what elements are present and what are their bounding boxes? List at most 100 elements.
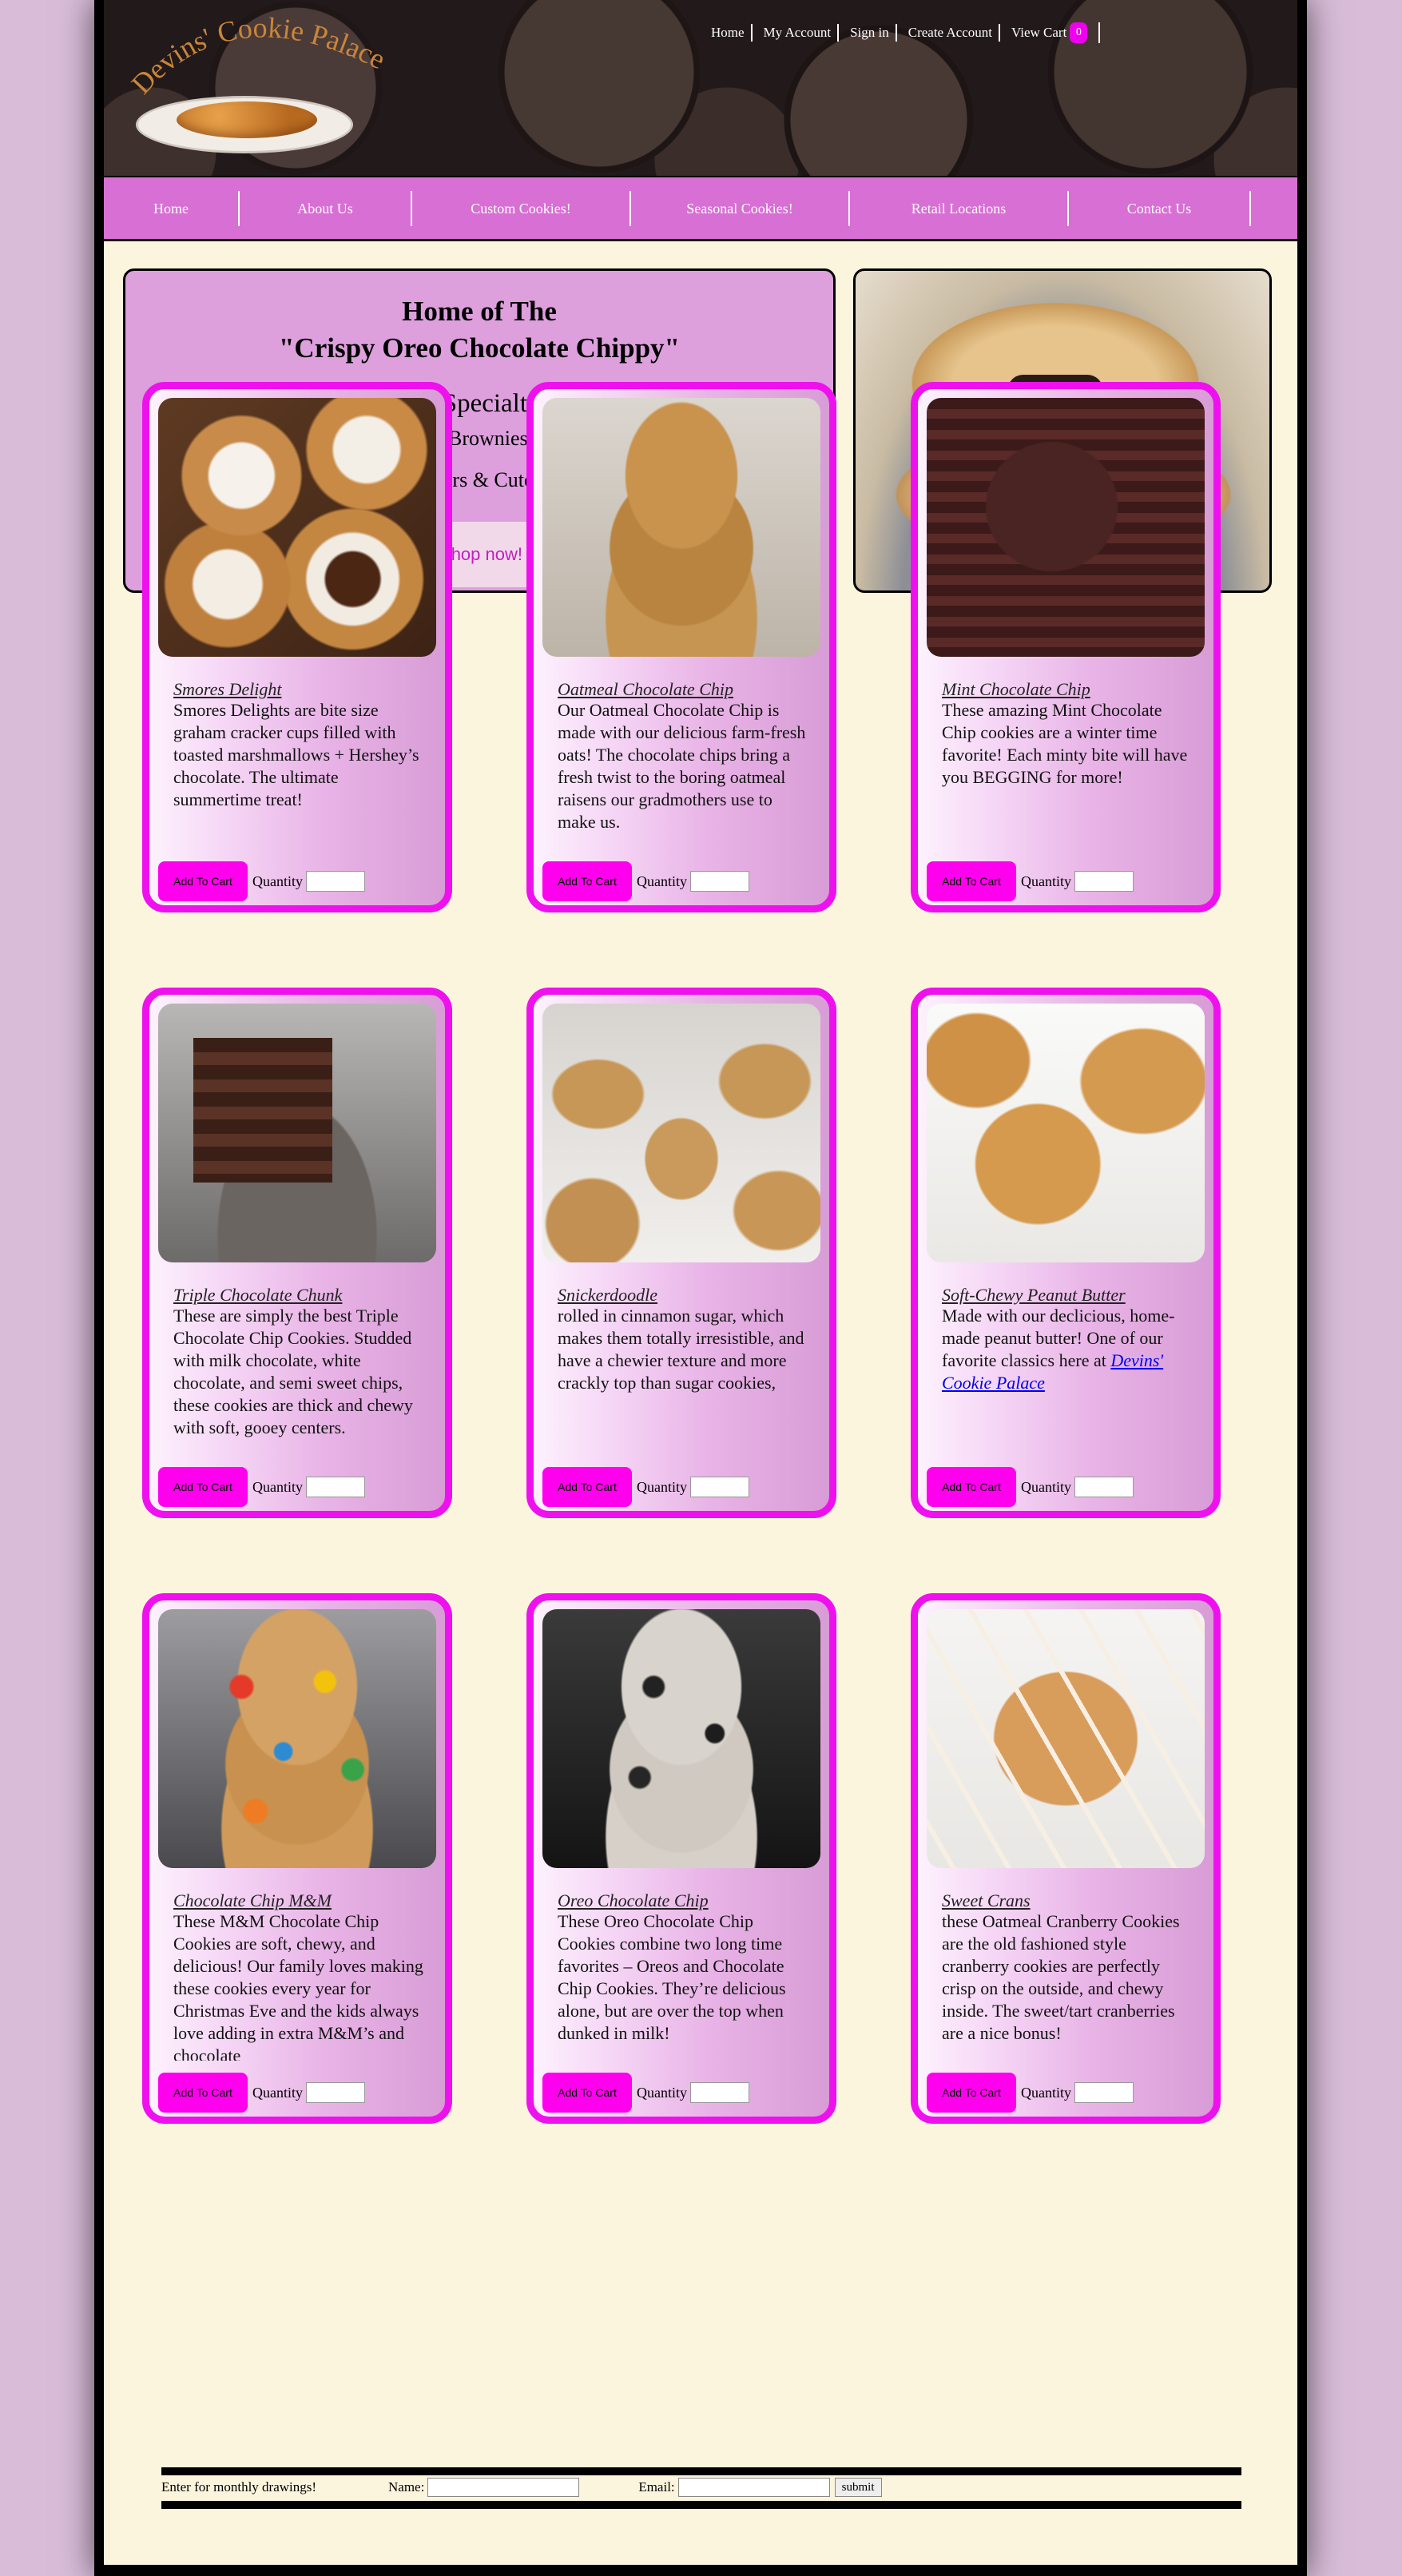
quantity-input[interactable] (1074, 2082, 1134, 2103)
product-description: Our Oatmeal Chocolate Chip is made with … (558, 699, 813, 849)
top-nav-create-account[interactable]: Create Account (897, 24, 1000, 42)
product-image[interactable] (927, 1609, 1205, 1868)
nav-retail-locations[interactable]: Retail Locations (850, 190, 1069, 226)
product-description-text: These M&M Chocolate Chip Cookies are sof… (173, 1911, 423, 2061)
product-description: These Oreo Chocolate Chip Cookies combin… (558, 1910, 813, 2061)
hero-title-line2: "Crispy Oreo Chocolate Chippy" (279, 332, 680, 364)
product-card: Mint Chocolate Chip These amazing Mint Ch… (911, 382, 1221, 912)
nav-home[interactable]: Home (104, 190, 240, 226)
product-name-link[interactable]: Smores Delight (173, 678, 429, 701)
page-frame: Devins' Cookie Palace Home My Account Si… (94, 0, 1307, 2576)
product-card: Smores Delight Smores Delights are bite s… (142, 382, 452, 912)
footer-divider-top (161, 2467, 1241, 2475)
nav-contact-us[interactable]: Contact Us (1069, 190, 1251, 226)
product-card: Sweet Crans these Oatmeal Cranberry Cooki… (911, 1593, 1221, 2124)
logo-text: Devins' Cookie Palace (125, 11, 390, 96)
quantity-label: Quantity (637, 2084, 687, 2101)
hero-title: Home of The "Crispy Oreo Chocolate Chipp… (125, 293, 833, 367)
product-image[interactable] (158, 1609, 436, 1868)
top-nav-my-account[interactable]: My Account (753, 24, 840, 42)
product-name-link[interactable]: Mint Chocolate Chip (942, 678, 1197, 701)
add-to-cart-button[interactable]: Add To Cart (542, 1467, 632, 1507)
name-field[interactable] (427, 2478, 580, 2497)
product-description: These are simply the best Triple Chocola… (173, 1305, 429, 1455)
product-description-text: rolled in cinnamon sugar, which makes th… (558, 1306, 804, 1393)
site-logo[interactable]: Devins' Cookie Palace (120, 0, 407, 96)
product-image[interactable] (158, 1004, 436, 1262)
quantity-label: Quantity (1021, 873, 1071, 889)
quantity-input[interactable] (690, 2082, 749, 2103)
product-image[interactable] (158, 398, 436, 657)
product-description-text: These amazing Mint Chocolate Chip cookie… (942, 700, 1188, 787)
top-nav-view-cart[interactable]: View Cart 0 (1000, 22, 1101, 43)
cart-count-badge: 0 (1070, 22, 1088, 43)
product-image[interactable] (542, 398, 820, 657)
product-description: These M&M Chocolate Chip Cookies are sof… (173, 1910, 429, 2061)
add-to-cart-button[interactable]: Add To Cart (542, 861, 632, 901)
product-name-link[interactable]: Oreo Chocolate Chip (558, 1890, 813, 1912)
quantity-label: Quantity (637, 873, 687, 889)
add-to-cart-button[interactable]: Add To Cart (158, 861, 248, 901)
page-content: Devins' Cookie Palace Home My Account Si… (104, 0, 1297, 2565)
add-to-cart-button[interactable]: Add To Cart (158, 2073, 248, 2113)
quantity-input[interactable] (306, 1477, 365, 1497)
quantity-label: Quantity (1021, 2084, 1071, 2101)
product-actions: Add To Cart Quantity (158, 2072, 365, 2113)
product-description-text: These Oreo Chocolate Chip Cookies combin… (558, 1911, 786, 2043)
add-to-cart-button[interactable]: Add To Cart (158, 1467, 248, 1507)
add-to-cart-button[interactable]: Add To Cart (927, 2073, 1016, 2113)
product-name-link[interactable]: Triple Chocolate Chunk (173, 1284, 429, 1306)
email-label: Email: (638, 2479, 675, 2495)
quantity-input[interactable] (306, 871, 365, 892)
quantity-label: Quantity (252, 2084, 303, 2101)
product-image[interactable] (542, 1609, 820, 1868)
product-card: Triple Chocolate Chunk These are simply t… (142, 988, 452, 1518)
add-to-cart-button[interactable]: Add To Cart (927, 861, 1016, 901)
nav-custom-cookies[interactable]: Custom Cookies! (412, 190, 631, 226)
add-to-cart-button[interactable]: Add To Cart (927, 1467, 1016, 1507)
top-nav-sign-in[interactable]: Sign in (839, 24, 897, 42)
hero-title-line1: Home of The (402, 296, 557, 327)
header-banner: Devins' Cookie Palace Home My Account Si… (104, 0, 1297, 177)
product-name-link[interactable]: Oatmeal Chocolate Chip (558, 678, 813, 701)
product-name-link[interactable]: Chocolate Chip M&M (173, 1890, 429, 1912)
product-actions: Add To Cart Quantity (927, 1466, 1134, 1508)
top-nav-home[interactable]: Home (711, 24, 753, 42)
quantity-label: Quantity (252, 1478, 303, 1495)
nav-about-us[interactable]: About Us (240, 190, 412, 226)
quantity-label: Quantity (1021, 1478, 1071, 1495)
product-description-text: Smores Delights are bite size graham cra… (173, 700, 419, 809)
product-name-link[interactable]: Sweet Crans (942, 1890, 1197, 1912)
quantity-input[interactable] (690, 1477, 749, 1497)
product-name-link[interactable]: Snickerdoodle (558, 1284, 813, 1306)
nav-seasonal-cookies[interactable]: Seasonal Cookies! (631, 190, 850, 226)
product-description: these Oatmeal Cranberry Cookies are the … (942, 1910, 1197, 2061)
product-actions: Add To Cart Quantity (542, 861, 749, 902)
product-actions: Add To Cart Quantity (542, 2072, 749, 2113)
product-card: Soft-Chewy Peanut Butter Made with our de… (911, 988, 1221, 1518)
footer-divider-bottom (161, 2501, 1241, 2509)
product-actions: Add To Cart Quantity (158, 861, 365, 902)
drawing-signup-form: Enter for monthly drawings! Name: Email:… (161, 2475, 1241, 2499)
product-image[interactable] (542, 1004, 820, 1262)
product-image[interactable] (927, 398, 1205, 657)
product-description-text: these Oatmeal Cranberry Cookies are the … (942, 1911, 1180, 2043)
top-nav: Home My Account Sign in Create Account V… (711, 22, 1101, 43)
add-to-cart-button[interactable]: Add To Cart (542, 2073, 632, 2113)
submit-button[interactable]: submit (834, 2478, 882, 2497)
product-description: These amazing Mint Chocolate Chip cookie… (942, 699, 1197, 849)
product-name-link[interactable]: Soft-Chewy Peanut Butter (942, 1284, 1197, 1306)
product-actions: Add To Cart Quantity (927, 861, 1134, 902)
quantity-input[interactable] (1074, 1477, 1134, 1497)
product-description-text: Our Oatmeal Chocolate Chip is made with … (558, 700, 806, 832)
product-description: Made with our declicious, home-made pean… (942, 1305, 1197, 1455)
product-description: Smores Delights are bite size graham cra… (173, 699, 429, 849)
quantity-input[interactable] (690, 871, 749, 892)
product-card: Oatmeal Chocolate Chip Our Oatmeal Chocol… (526, 382, 836, 912)
product-card: Snickerdoodle rolled in cinnamon sugar, w… (526, 988, 836, 1518)
product-image[interactable] (927, 1004, 1205, 1262)
quantity-input[interactable] (1074, 871, 1134, 892)
quantity-label: Quantity (637, 1478, 687, 1495)
email-field[interactable] (677, 2478, 830, 2497)
quantity-input[interactable] (306, 2082, 365, 2103)
